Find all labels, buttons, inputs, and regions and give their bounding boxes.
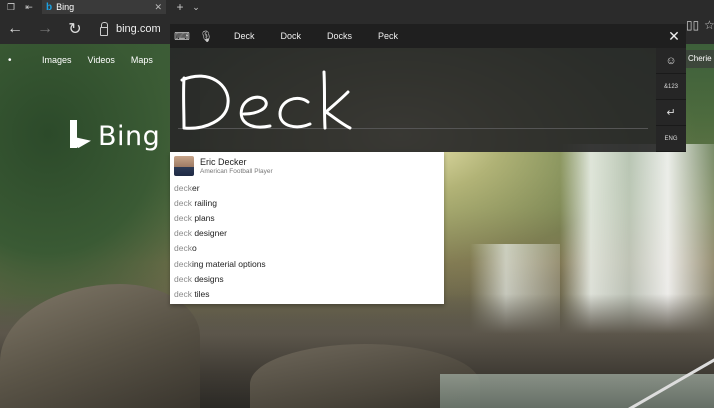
suggestion-prefix: deck	[174, 288, 192, 299]
tab-preview-icon[interactable]: ❐	[4, 0, 18, 14]
suggestion-completion: tiles	[191, 288, 210, 299]
nav-images-link[interactable]: Images	[42, 55, 72, 65]
avatar	[174, 156, 194, 176]
suggestion-item[interactable]: deck o	[170, 241, 444, 256]
close-icon[interactable]: ✕	[662, 24, 686, 48]
enter-key[interactable]: ↵	[656, 100, 686, 126]
candidate-peck[interactable]: Peck	[378, 31, 398, 41]
bing-logo[interactable]: Bing	[70, 120, 160, 152]
suggestion-completion: designer	[191, 228, 227, 239]
ink-strokes	[180, 70, 352, 130]
suggestion-prefix: deck	[174, 273, 192, 284]
profile-peek[interactable]: Cherie	[686, 50, 714, 68]
reading-view-icon[interactable]: ▯▯	[686, 18, 699, 32]
entity-name: Eric Decker	[200, 157, 247, 167]
keyboard-icon[interactable]: ⌨	[170, 24, 194, 48]
refresh-icon[interactable]: ↻	[60, 14, 90, 44]
set-aside-tabs-icon[interactable]: ⇤	[22, 0, 36, 14]
suggestion-item[interactable]: deck plans	[170, 210, 444, 225]
suggestion-prefix: deck	[174, 197, 192, 208]
handwriting-canvas[interactable]	[170, 48, 656, 152]
suggestion-item[interactable]: deck railing	[170, 195, 444, 210]
suggestion-prefix: deck	[174, 182, 192, 193]
suggestion-completion: o	[191, 243, 197, 254]
entity-suggestion[interactable]: Eric Decker American Football Player	[170, 152, 444, 180]
lock-icon	[100, 21, 108, 36]
forward-icon[interactable]: →	[30, 14, 60, 44]
tab-list-chevron-icon[interactable]: ⌄	[188, 2, 204, 13]
tab-close-icon[interactable]: ✕	[154, 2, 162, 13]
pool	[440, 374, 714, 408]
suggestion-item[interactable]: deck ing material options	[170, 256, 444, 271]
handwriting-side-keys: ☺ &123 ↵ ENG	[656, 48, 686, 152]
suggestion-completion: plans	[191, 212, 215, 223]
emoji-key[interactable]: ☺	[656, 48, 686, 74]
suggestion-completion: ing material options	[191, 258, 266, 269]
tab-bing[interactable]: b Bing ✕	[42, 0, 166, 14]
candidate-dock[interactable]: Dock	[281, 31, 302, 41]
nav-videos-link[interactable]: Videos	[88, 55, 115, 65]
microphone-icon[interactable]: 🎙	[194, 24, 218, 48]
suggestion-completion: railing	[191, 197, 218, 208]
suggestion-item[interactable]: deck designer	[170, 226, 444, 241]
suggestion-item[interactable]: deck tiles	[170, 286, 444, 301]
suggestion-item[interactable]: deck designs	[170, 271, 444, 286]
suggestion-item[interactable]: deck er	[170, 180, 444, 195]
nav-maps-link[interactable]: Maps	[131, 55, 153, 65]
bing-nav: • Images Videos Maps	[0, 44, 170, 76]
favorite-star-icon[interactable]: ☆	[704, 18, 714, 32]
symbols-key[interactable]: &123	[656, 74, 686, 100]
tab-title: Bing	[56, 2, 75, 12]
tab-bar: ❐ ⇤ b Bing ✕ + ⌄	[0, 0, 714, 14]
hamburger-icon[interactable]: •	[8, 55, 26, 66]
bing-favicon-icon: b	[46, 1, 53, 13]
suggestion-completion: designs	[191, 273, 224, 284]
bing-b-icon	[70, 120, 92, 152]
suggestion-prefix: deck	[174, 228, 192, 239]
url-text: bing.com	[116, 23, 161, 35]
suggestion-prefix: deck	[174, 243, 192, 254]
back-icon[interactable]: ←	[0, 14, 30, 44]
url-field[interactable]: bing.com	[100, 21, 161, 36]
suggestion-prefix: deck	[174, 258, 192, 269]
bing-logo-text: Bing	[98, 120, 161, 152]
suggestion-completion: er	[191, 182, 200, 193]
candidate-deck[interactable]: Deck	[234, 31, 255, 41]
candidate-docks[interactable]: Docks	[327, 31, 352, 41]
language-key[interactable]: ENG	[656, 126, 686, 152]
entity-description: American Football Player	[200, 168, 273, 175]
search-suggestions: Eric Decker American Football Player dec…	[170, 152, 444, 304]
suggestion-prefix: deck	[174, 212, 192, 223]
new-tab-icon[interactable]: +	[172, 0, 188, 14]
handwriting-toolbar: ⌨ 🎙 Deck Dock Docks Peck ✕	[170, 24, 686, 48]
